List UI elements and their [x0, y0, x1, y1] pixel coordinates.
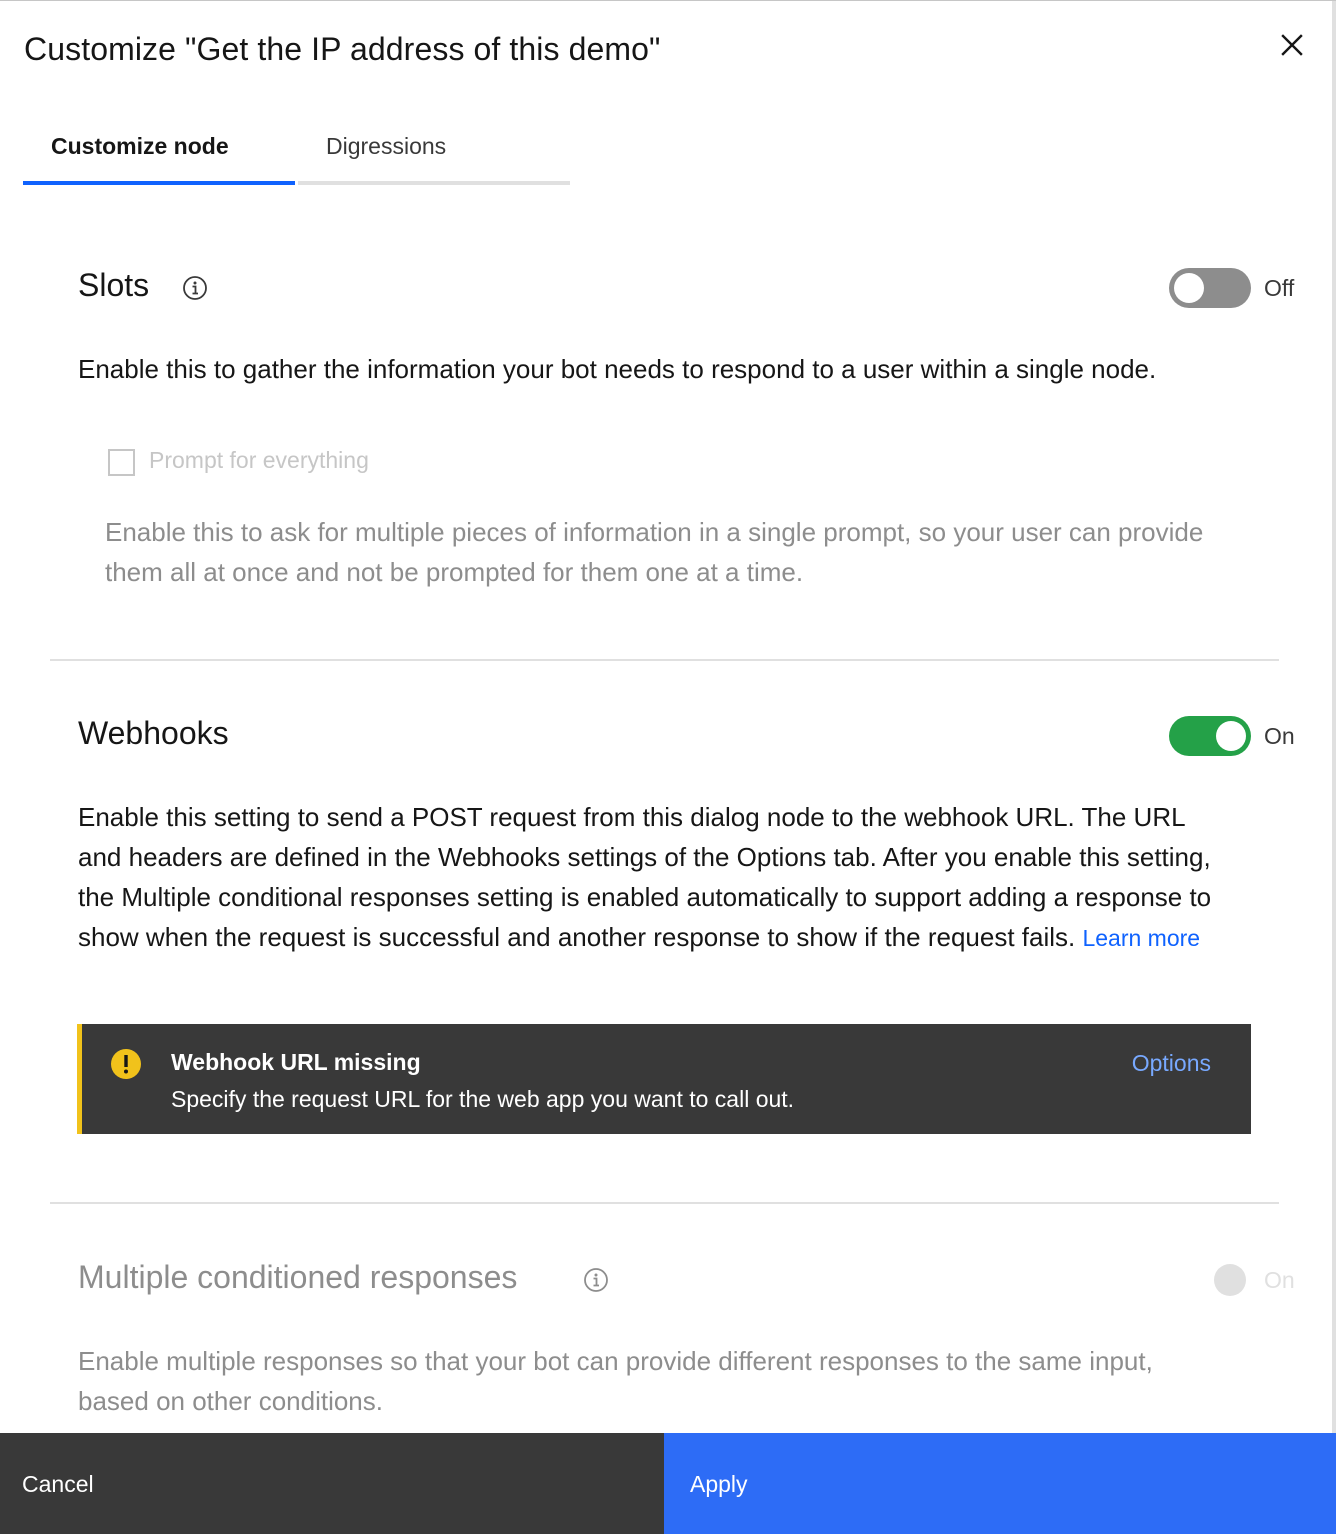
mcr-toggle-state: On	[1264, 1267, 1295, 1293]
tab-customize-node[interactable]: Customize node	[23, 121, 295, 185]
section-divider	[50, 659, 1279, 661]
apply-button[interactable]: Apply	[664, 1433, 1336, 1534]
tab-indicator	[298, 181, 570, 185]
customize-node-modal: Customize "Get the IP address of this de…	[0, 0, 1336, 1534]
prompt-description: Enable this to ask for multiple pieces o…	[105, 517, 1204, 587]
slots-toggle-state: Off	[1264, 275, 1295, 301]
webhook-warning-notification: Webhook URL missing Specify the request …	[77, 1024, 1251, 1134]
learn-more-link[interactable]: Learn more	[1082, 925, 1200, 951]
tab-list: Customize node Digressions	[23, 121, 570, 185]
webhooks-toggle-state: On	[1264, 723, 1295, 749]
modal-title: Customize "Get the IP address of this de…	[24, 31, 661, 67]
scrollbar-track[interactable]	[1332, 1, 1336, 1534]
info-icon[interactable]	[583, 1267, 609, 1293]
close-icon	[1281, 34, 1303, 56]
mcr-title: Multiple conditioned responses	[78, 1259, 518, 1295]
webhooks-toggle[interactable]	[1169, 716, 1251, 756]
modal-footer: Cancel Apply	[0, 1433, 1336, 1534]
tab-label: Digressions	[326, 133, 447, 159]
notification-subtitle: Specify the request URL for the web app …	[171, 1086, 795, 1112]
toggle-knob	[1174, 273, 1204, 303]
toggle-knob	[1216, 721, 1246, 751]
webhooks-description: Enable this setting to send a POST reque…	[78, 797, 1228, 958]
webhooks-title: Webhooks	[78, 715, 229, 751]
cancel-button[interactable]: Cancel	[0, 1433, 664, 1534]
slots-title: Slots	[78, 267, 150, 303]
webhooks-description-text: Enable this setting to send a POST reque…	[78, 802, 1212, 952]
prompt-for-everything-label: Prompt for everything	[149, 447, 369, 473]
options-link[interactable]: Options	[1132, 1050, 1211, 1077]
info-icon[interactable]	[182, 275, 208, 301]
slots-toggle[interactable]	[1169, 268, 1251, 308]
warning-icon	[111, 1049, 141, 1079]
notification-title: Webhook URL missing	[171, 1049, 421, 1075]
mcr-description: Enable multiple responses so that your b…	[78, 1346, 1153, 1416]
prompt-for-everything-checkbox[interactable]	[108, 449, 135, 476]
tab-indicator	[23, 181, 295, 185]
section-divider	[50, 1202, 1279, 1204]
slots-description: Enable this to gather the information yo…	[78, 354, 1157, 384]
tab-label: Customize node	[51, 133, 229, 159]
tab-digressions[interactable]: Digressions	[298, 121, 570, 185]
mcr-toggle	[1214, 1264, 1246, 1296]
close-button[interactable]	[1272, 25, 1312, 65]
